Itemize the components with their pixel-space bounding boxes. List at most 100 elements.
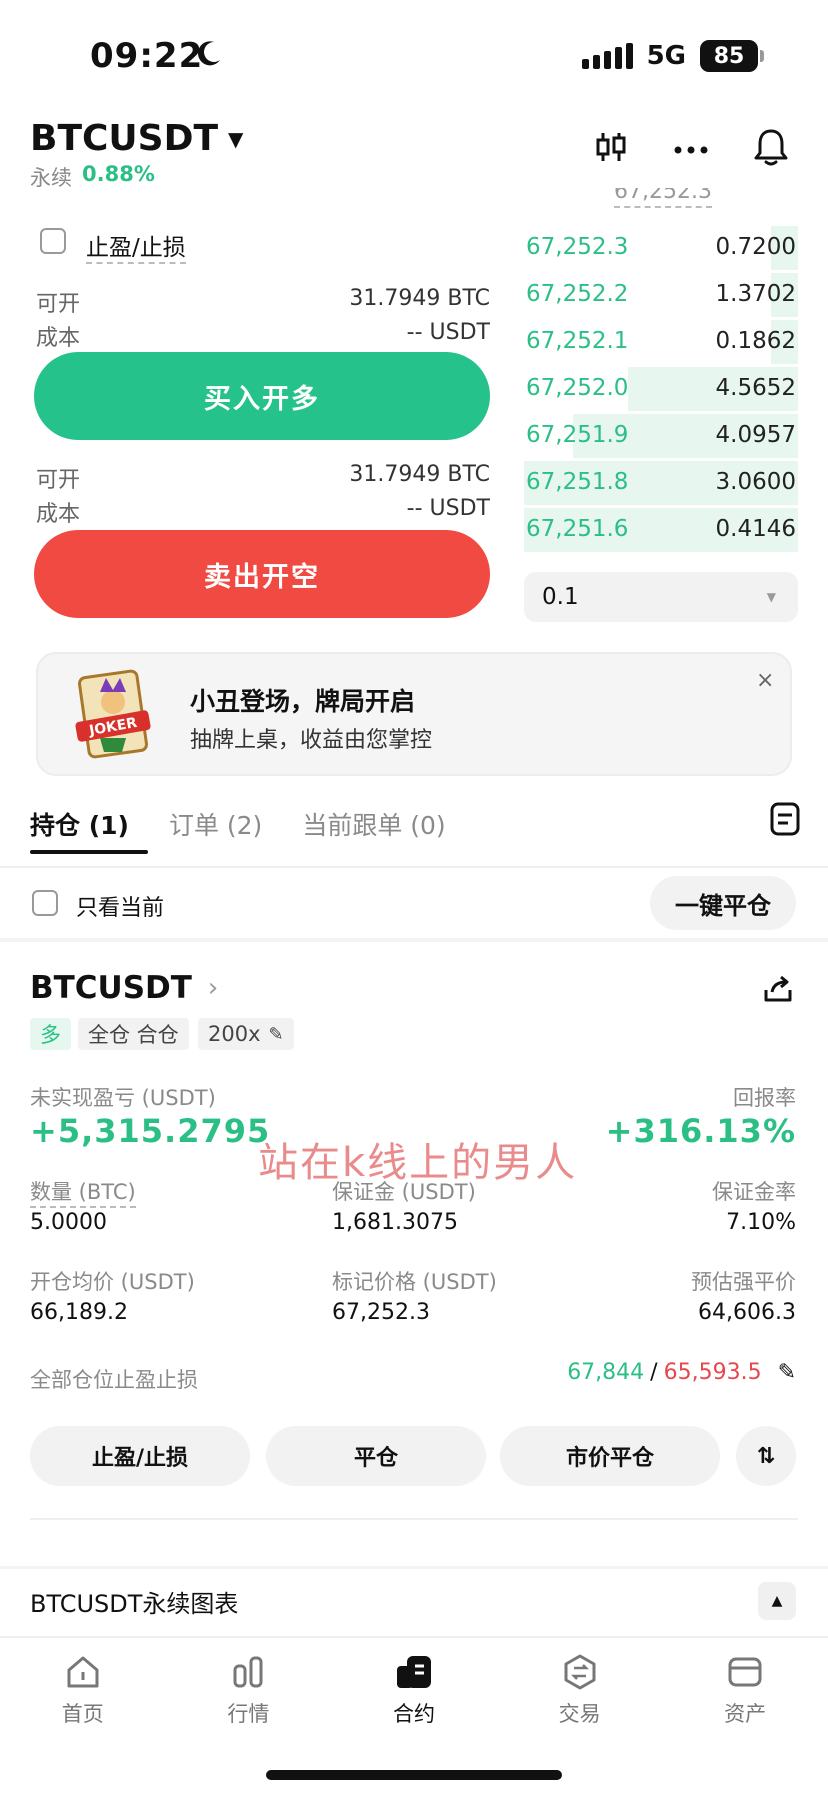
orderbook-amount: 0.7200 <box>715 234 796 260</box>
reverse-position-button[interactable]: ⇅ <box>736 1426 796 1486</box>
leverage-tag[interactable]: 200x ✎ <box>198 1018 294 1050</box>
nav-market[interactable]: 行情 <box>188 1654 308 1756</box>
divider <box>30 1518 798 1520</box>
status-indicators: 5G 85 <box>581 40 764 72</box>
orderbook-row[interactable]: 67,252.3 0.7200 <box>524 226 798 270</box>
entry-price-label: 开仓均价 (USDT) <box>30 1270 195 1294</box>
orderbook-price: 67,251.6 <box>526 516 629 542</box>
divider <box>0 866 828 868</box>
edit-icon: ✎ <box>777 1360 796 1385</box>
pair-selector[interactable]: BTCUSDT ▼ <box>30 118 243 159</box>
moon-icon <box>196 40 222 72</box>
only-current-label[interactable]: 只看当前 <box>76 890 164 922</box>
orderbook-amount: 4.0957 <box>715 422 796 448</box>
quantity-value: 0.1 <box>542 584 579 610</box>
bottom-nav: 首页 行情 合约 交易 资产 <box>0 1636 828 1756</box>
sell-cost-label: 成本 <box>36 502 81 527</box>
close-all-button[interactable]: 一键平仓 <box>650 876 796 930</box>
header-actions <box>594 128 788 170</box>
only-current-checkbox[interactable] <box>32 890 58 916</box>
orders-history-icon[interactable] <box>770 802 800 840</box>
contract-type: 永续 <box>30 166 72 190</box>
swap-icon: ⇅ <box>756 1443 776 1469</box>
margin-ratio-label: 保证金率 <box>712 1180 796 1204</box>
chevron-up-icon[interactable]: ▲ <box>758 1582 796 1620</box>
orderbook-top-price: 67,252.3 <box>614 188 712 208</box>
nav-trade[interactable]: 交易 <box>520 1654 640 1756</box>
position-tabs: 持仓 (1) 订单 (2) 当前跟单 (0) <box>30 806 446 842</box>
wallet-icon <box>728 1657 762 1687</box>
edit-icon: ✎ <box>268 1023 284 1045</box>
sell-short-button[interactable]: 卖出开空 <box>34 530 490 618</box>
orderbook-amount: 3.0600 <box>715 469 796 495</box>
tp-value: 67,844 <box>567 1360 645 1385</box>
margin-label: 保证金 (USDT) <box>332 1180 476 1204</box>
roe-label: 回报率 <box>733 1086 796 1110</box>
buy-open-value: 31.7949 BTC <box>349 286 490 311</box>
nav-market-label: 行情 <box>227 1702 270 1726</box>
quantity-select[interactable]: 0.1 ▼ <box>524 572 798 622</box>
sell-open-label: 可开 <box>36 468 81 493</box>
orderbook-row[interactable]: 67,252.2 1.3702 <box>524 273 798 317</box>
tpsl-all-label: 全部仓位止盈止损 <box>30 1368 198 1392</box>
mark-price-label: 标记价格 (USDT) <box>332 1270 497 1294</box>
tpsl-separator: / <box>650 1360 658 1385</box>
tpsl-checkbox[interactable] <box>40 228 66 254</box>
orderbook-price: 67,252.1 <box>526 328 629 354</box>
joker-card-image: JOKER <box>70 668 156 760</box>
share-icon[interactable] <box>762 974 794 1008</box>
margin-mode-tag: 全仓 合仓 <box>78 1018 189 1050</box>
buy-open-label: 可开 <box>36 292 81 317</box>
sell-open-value: 31.7949 BTC <box>349 462 490 487</box>
orderbook-amount: 0.1862 <box>715 328 796 354</box>
tpsl-label[interactable]: 止盈/止损 <box>86 228 186 264</box>
orderbook-price: 67,252.2 <box>526 281 629 307</box>
orderbook-row[interactable]: 67,251.8 3.0600 <box>524 461 798 505</box>
tpsl-button[interactable]: 止盈/止损 <box>30 1426 250 1486</box>
dropdown-icon: ▼ <box>766 590 776 604</box>
side-tag: 多 <box>30 1018 71 1050</box>
pair-subtitle: 永续 0.88% <box>30 162 155 192</box>
tpsl-values[interactable]: 67,844 / 65,593.5 ✎ <box>567 1360 796 1385</box>
liq-price-value: 64,606.3 <box>698 1300 796 1325</box>
market-close-button[interactable]: 市价平仓 <box>500 1426 720 1486</box>
orderbook-price: 67,252.3 <box>526 234 629 260</box>
nav-assets-label: 资产 <box>724 1702 767 1726</box>
more-icon[interactable] <box>674 140 708 159</box>
tab-underline <box>30 850 148 854</box>
network-label: 5G <box>646 41 686 71</box>
tab-copy-trading[interactable]: 当前跟单 (0) <box>302 806 445 842</box>
caret-down-icon: ▼ <box>228 126 244 151</box>
margin-value: 1,681.3075 <box>332 1210 458 1235</box>
unrealized-pnl-value: +5,315.2795 <box>30 1112 271 1150</box>
orderbook-row[interactable]: 67,252.0 4.5652 <box>524 367 798 411</box>
position-symbol[interactable]: BTCUSDT › <box>30 970 218 1006</box>
orderbook-price: 67,251.8 <box>526 469 629 495</box>
orderbook-row[interactable]: 67,251.9 4.0957 <box>524 414 798 458</box>
divider <box>0 1566 828 1569</box>
nav-futures-label: 合约 <box>392 1702 435 1726</box>
nav-futures[interactable]: 合约 <box>354 1654 474 1756</box>
quantity-label: 数量 (BTC) <box>30 1176 136 1208</box>
unrealized-pnl-label: 未实现盈亏 (USDT) <box>30 1086 216 1110</box>
nav-assets[interactable]: 资产 <box>685 1654 805 1756</box>
home-icon <box>67 1656 99 1688</box>
buy-cost-value: -- USDT <box>406 320 490 345</box>
nav-home[interactable]: 首页 <box>23 1654 143 1756</box>
divider <box>0 938 828 942</box>
tab-positions[interactable]: 持仓 (1) <box>30 806 129 842</box>
margin-ratio-value: 7.10% <box>726 1210 796 1235</box>
buy-long-button[interactable]: 买入开多 <box>34 352 490 440</box>
nav-home-label: 首页 <box>61 1702 104 1726</box>
tab-orders[interactable]: 订单 (2) <box>169 806 262 842</box>
orderbook-row[interactable]: 67,252.1 0.1862 <box>524 320 798 364</box>
orderbook-row[interactable]: 67,251.6 0.4146 <box>524 508 798 552</box>
banner-title: 小丑登场，牌局开启 <box>190 687 416 716</box>
position-symbol-label: BTCUSDT <box>30 970 192 1006</box>
candlestick-icon[interactable] <box>594 130 628 168</box>
chart-section-label[interactable]: BTCUSDT永续图表 <box>30 1584 238 1619</box>
close-position-button[interactable]: 平仓 <box>266 1426 486 1486</box>
close-icon[interactable]: × <box>756 668 774 693</box>
status-time: 09:22 <box>90 36 204 76</box>
bell-icon[interactable] <box>754 128 788 170</box>
